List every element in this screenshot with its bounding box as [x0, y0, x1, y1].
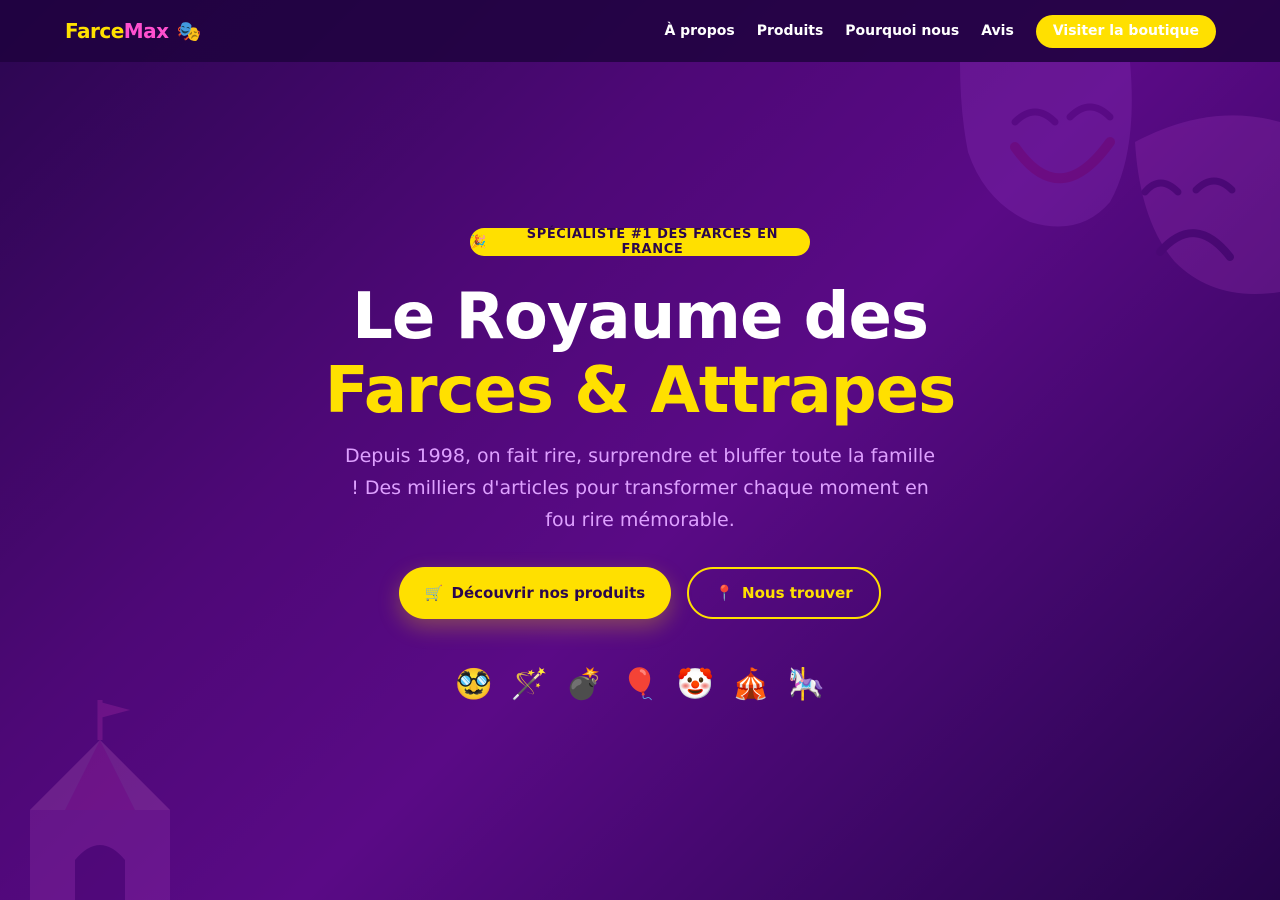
discover-products-button[interactable]: 🛒 Découvrir nos produits — [399, 567, 671, 619]
find-us-button[interactable]: 📍 Nous trouver — [687, 567, 881, 619]
carousel-horse-icon: 🎠 — [787, 666, 825, 702]
emoji-row: 🥸 🪄 💣 🎈 🤡 🎪 🎠 — [455, 664, 825, 704]
discover-products-label: Découvrir nos produits — [451, 584, 646, 602]
hero-title-line2: Farces & Attrapes — [324, 354, 956, 428]
disguise-face-icon: 🥸 — [455, 666, 493, 702]
nav-link-produits[interactable]: Produits — [757, 23, 824, 39]
bomb-icon: 💣 — [565, 666, 604, 702]
top-navbar: FarceMax 🎭 À propos Produits Pourquoi no… — [0, 0, 1280, 62]
badge-text: SPÉCIALISTE #1 DES FARCES EN FRANCE — [526, 227, 779, 257]
shopping-cart-icon: 🛒 — [424, 584, 444, 602]
visit-shop-button[interactable]: Visiter la boutique — [1035, 14, 1216, 48]
theater-masks-icon — [960, 62, 1280, 294]
circus-tent-emoji-icon: 🎪 — [732, 666, 770, 702]
nav-link-avis[interactable]: Avis — [981, 23, 1014, 39]
nav-link-a-propos[interactable]: À propos — [664, 23, 734, 39]
party-popper-icon: 🎉 — [470, 234, 487, 250]
hero-title: Le Royaume des Farces & Attrapes — [0, 280, 1280, 428]
specialist-badge: 🎉 SPÉCIALISTE #1 DES FARCES EN FRANCE — [470, 227, 810, 257]
hero-title-line1: Le Royaume des — [352, 280, 929, 354]
magic-wand-icon: 🪄 — [510, 666, 548, 702]
balloon-icon: 🎈 — [621, 666, 659, 702]
find-us-label: Nous trouver — [742, 584, 853, 602]
location-pin-icon: 📍 — [715, 584, 735, 602]
circus-tent-icon — [30, 700, 170, 900]
theater-masks-logo-icon: 🎭 — [176, 19, 202, 43]
clown-face-icon: 🤡 — [676, 666, 715, 702]
site-logo[interactable]: FarceMax 🎭 — [65, 19, 202, 43]
logo-text: FarceMax — [65, 19, 169, 43]
nav-links: À propos Produits Pourquoi nous Avis Vis… — [664, 14, 1216, 48]
nav-link-pourquoi-nous[interactable]: Pourquoi nous — [845, 23, 959, 39]
hero-subtitle: Depuis 1998, on fait rire, surprendre et… — [344, 445, 936, 531]
